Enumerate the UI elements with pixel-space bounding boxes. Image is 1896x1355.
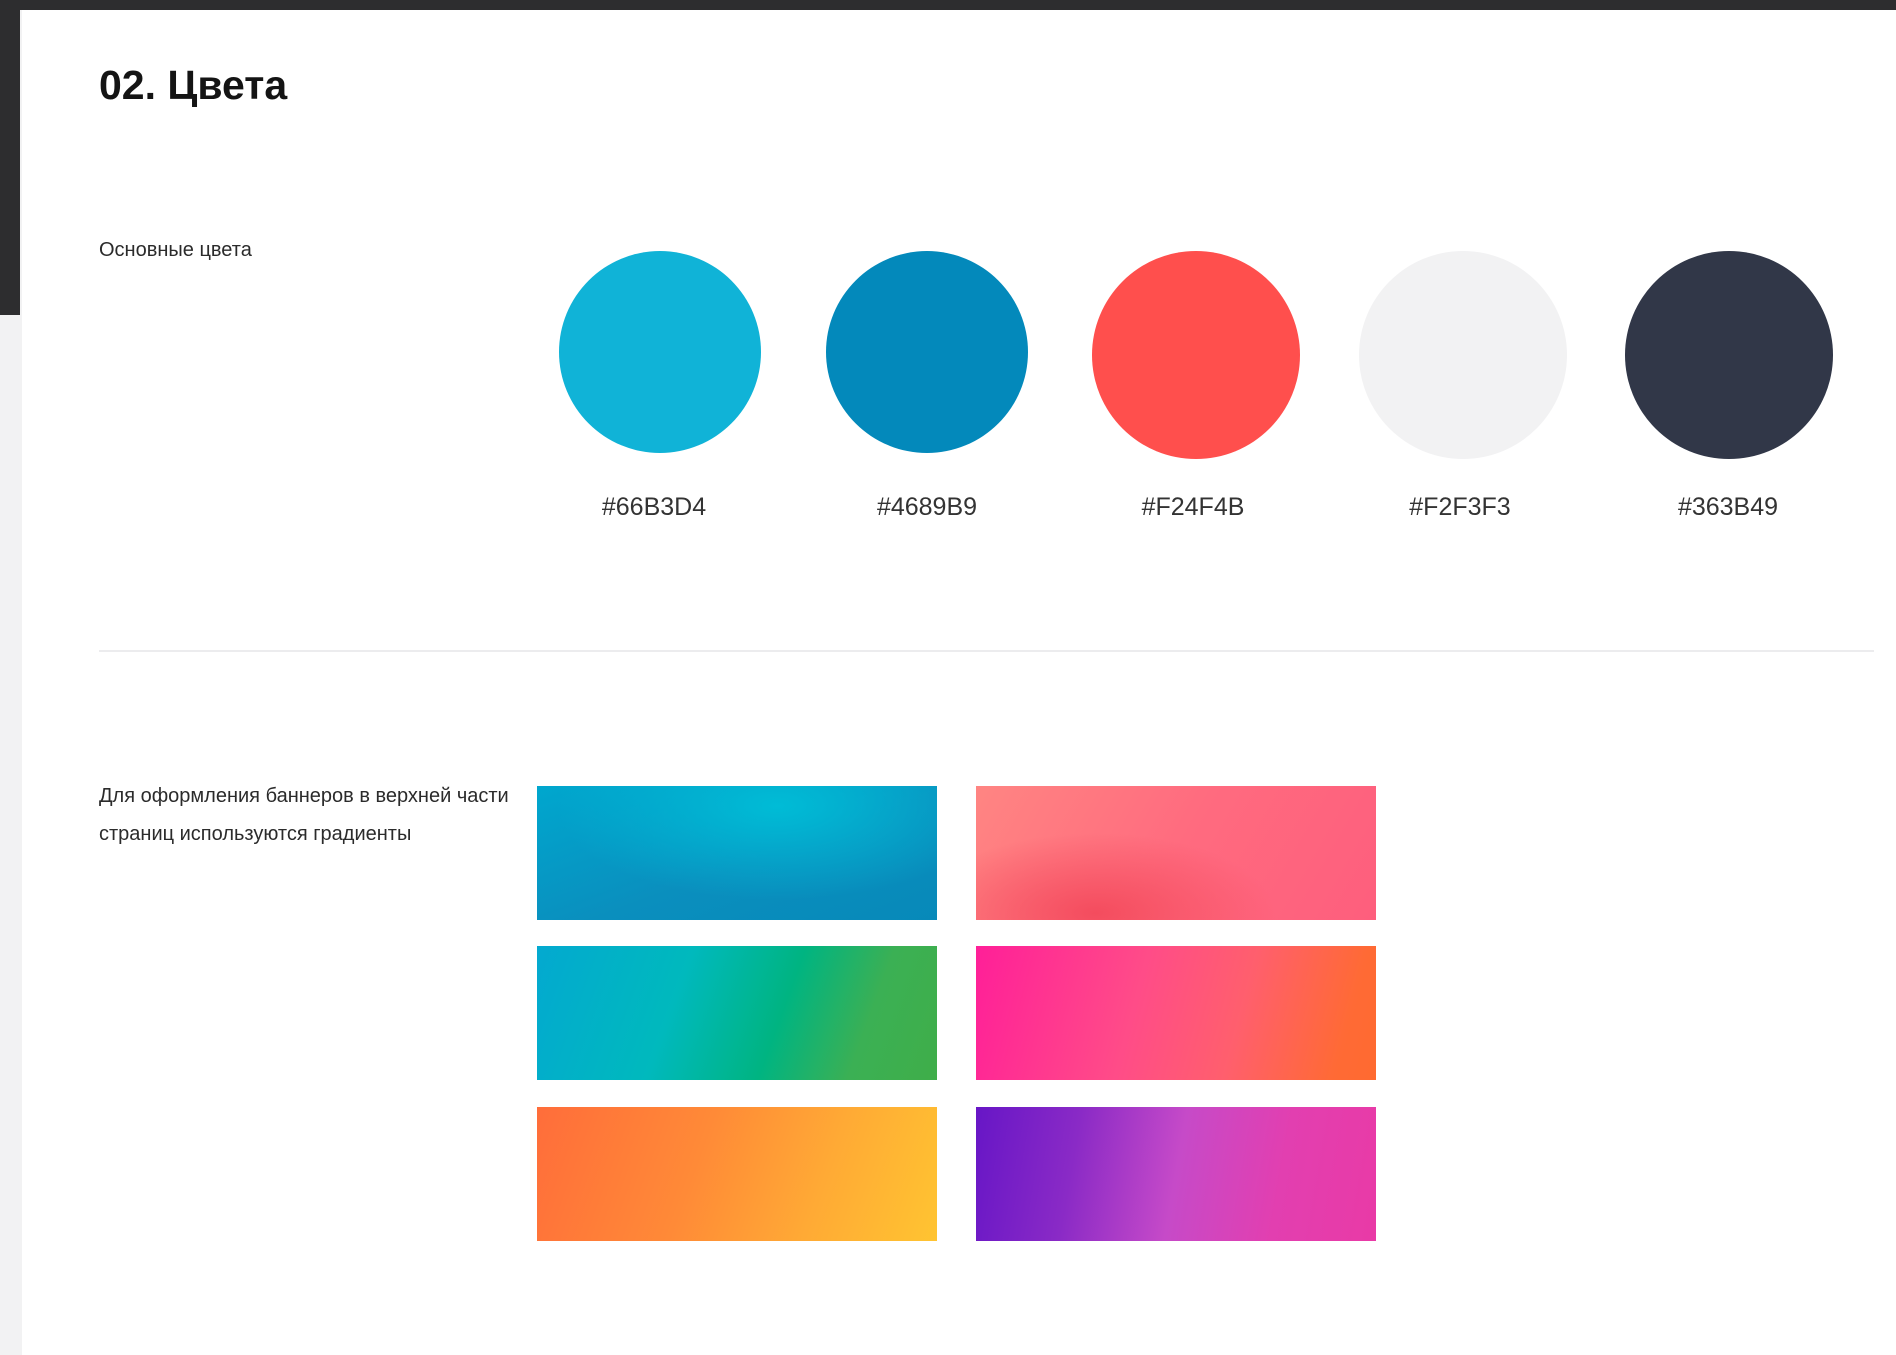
gradient-swatch-purple-magenta	[976, 1107, 1376, 1241]
main-colors-caption: Основные цвета	[99, 239, 252, 261]
colors-sheet	[22, 10, 1896, 1355]
color-swatch-2	[826, 251, 1028, 453]
window-top-bar	[0, 0, 1896, 10]
color-swatch-label-5: #363B49	[1677, 493, 1779, 521]
color-swatch-label-4: #F2F3F3	[1409, 493, 1511, 521]
color-swatch-3	[1092, 251, 1300, 459]
color-swatch-label-3: #F24F4B	[1141, 493, 1245, 521]
color-swatch-5	[1625, 251, 1833, 459]
window-left-bar	[0, 0, 20, 315]
gradient-swatch-coral-pink	[976, 786, 1376, 920]
color-swatch-4	[1359, 251, 1567, 459]
color-swatch-label-1: #66B3D4	[601, 493, 707, 521]
section-divider	[99, 650, 1874, 652]
color-swatch-label-2: #4689B9	[876, 493, 978, 521]
color-swatch-1	[559, 251, 761, 453]
gradient-swatch-blue	[537, 786, 937, 920]
gradient-swatch-blue-green	[537, 946, 937, 1080]
page-title: 02. Цвета	[99, 62, 288, 108]
gradient-swatch-pink-orange	[976, 946, 1376, 1080]
gradient-swatch-orange-yellow	[537, 1107, 937, 1241]
gradients-caption: Для оформления баннеров в верхней части …	[99, 785, 509, 845]
